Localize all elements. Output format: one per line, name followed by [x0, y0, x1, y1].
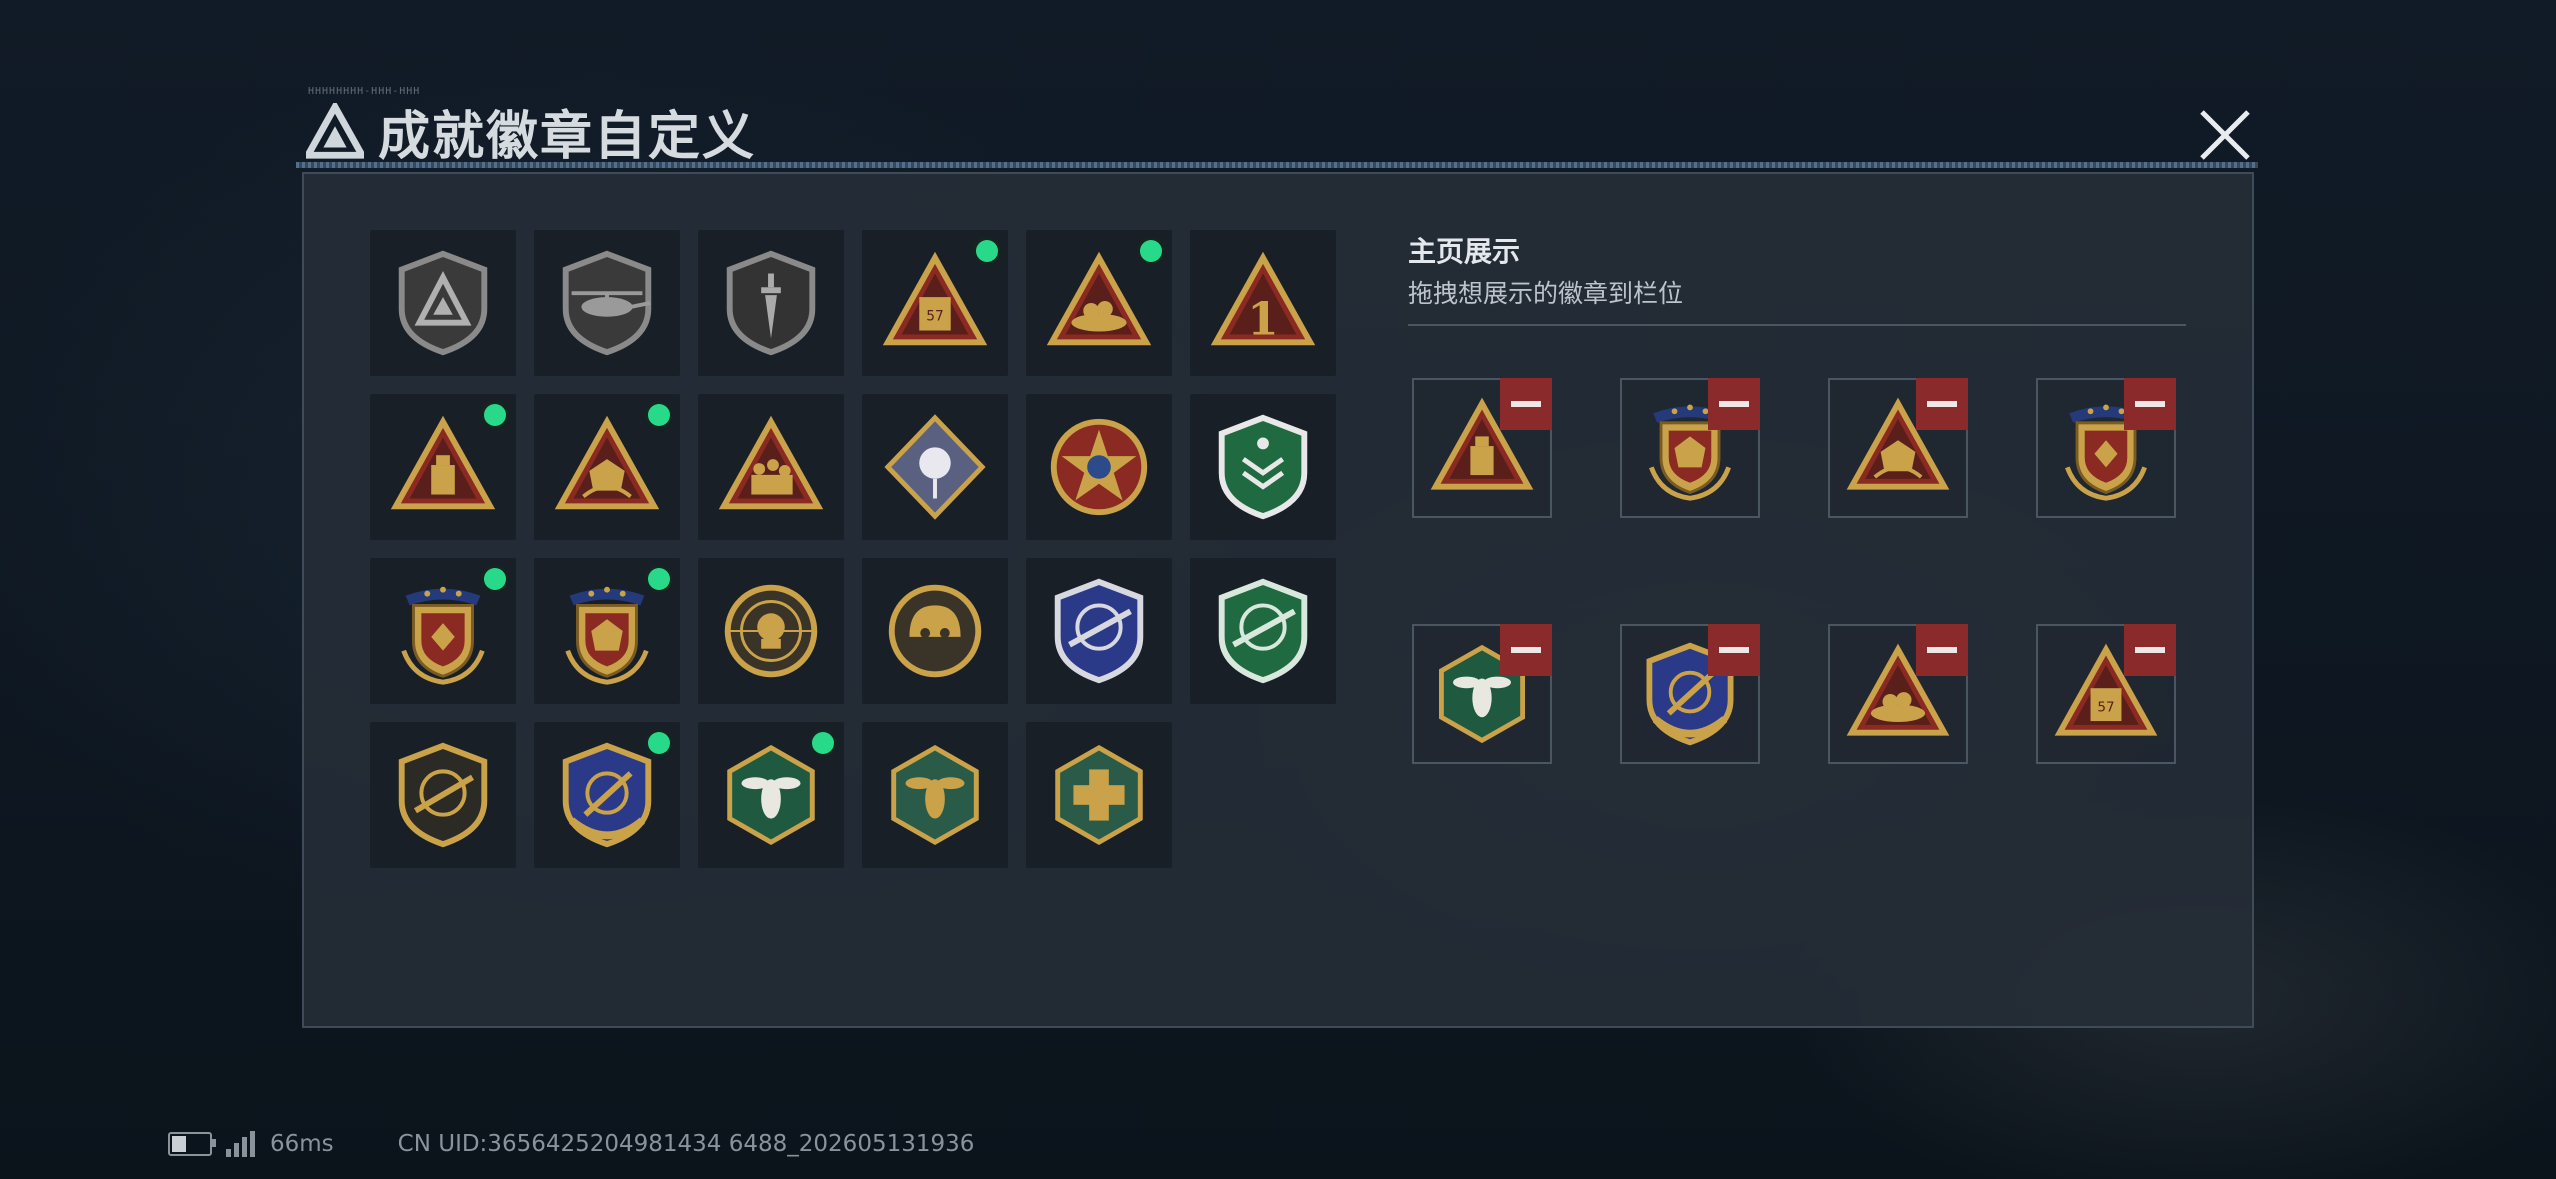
- new-indicator-dot: [648, 568, 670, 590]
- badge-cell[interactable]: [370, 558, 516, 704]
- showcase-slots: 57: [1412, 378, 2176, 764]
- battery-icon: [168, 1132, 216, 1156]
- new-indicator-dot: [484, 568, 506, 590]
- badge-cell[interactable]: [370, 722, 516, 868]
- badge-cell[interactable]: 57: [862, 230, 1008, 376]
- badge-cell[interactable]: [534, 722, 680, 868]
- badge-cell[interactable]: [862, 722, 1008, 868]
- rose-diamond-badge-icon: [884, 414, 986, 520]
- close-button[interactable]: [2190, 100, 2260, 170]
- remove-button[interactable]: [2124, 624, 2176, 676]
- badge-panel: 57 1 主页展示 拖拽想展示的徽章到栏位 57: [302, 172, 2254, 1028]
- header-divider: [296, 162, 2258, 168]
- badge-grid: 57 1: [370, 230, 1336, 868]
- minus-icon: [1511, 647, 1541, 653]
- badge-cell[interactable]: [698, 394, 844, 540]
- wasp-hexagon-badge-icon: [727, 744, 815, 846]
- medal-d20-badge-icon: [565, 586, 649, 685]
- page-title: 成就徽章自定义: [378, 107, 757, 167]
- ammo-box-triangle-badge-icon: 57: [882, 251, 988, 346]
- status-bar: 66ms CN UID:3656425204981434 6488_202605…: [168, 1126, 974, 1162]
- showcase-slot[interactable]: [1828, 624, 1968, 764]
- blue-rifle-crosshair-badge-icon: [1054, 578, 1144, 684]
- badge-cell[interactable]: [862, 558, 1008, 704]
- showcase-slot[interactable]: [1412, 624, 1552, 764]
- minus-icon: [1511, 401, 1541, 407]
- badge-cell[interactable]: [1026, 558, 1172, 704]
- remove-button[interactable]: [1708, 378, 1760, 430]
- gold-shield-crosshair-badge-icon: [562, 742, 652, 848]
- badge-cell[interactable]: [698, 558, 844, 704]
- minus-icon: [1927, 401, 1957, 407]
- number-one-triangle-badge-icon: 1: [1210, 251, 1316, 345]
- showcase-title: 主页展示: [1408, 235, 1521, 268]
- medic-hexagon-badge-icon: [1055, 744, 1143, 846]
- showcase-divider: [1408, 324, 2186, 326]
- medal-arrow-badge-icon: [401, 586, 485, 685]
- remove-button[interactable]: [1916, 378, 1968, 430]
- new-indicator-dot: [812, 732, 834, 754]
- badge-cell[interactable]: [698, 722, 844, 868]
- green-rank-shield-badge-icon: [1218, 414, 1308, 520]
- showcase-subtitle: 拖拽想展示的徽章到栏位: [1408, 279, 1684, 308]
- badge-cell[interactable]: [534, 230, 680, 376]
- usb-drive-triangle-badge-icon: [390, 415, 496, 510]
- green-rifle-crosshair-badge-icon: [1218, 578, 1308, 684]
- triangle-logo-icon: [306, 102, 364, 159]
- badge-cell[interactable]: [1026, 230, 1172, 376]
- badge-cell[interactable]: [1026, 722, 1172, 868]
- bird-nest-triangle-badge-icon: [1046, 251, 1152, 346]
- ping-text: 66ms: [270, 1131, 334, 1157]
- minus-icon: [1927, 647, 1957, 653]
- title-group: 成就徽章自定义: [306, 94, 756, 169]
- remove-button[interactable]: [1916, 624, 1968, 676]
- d20-dice-triangle-badge-icon: [554, 415, 660, 510]
- remove-button[interactable]: [1500, 624, 1552, 676]
- badge-cell[interactable]: 1: [1190, 230, 1336, 376]
- showcase-slot[interactable]: [1828, 378, 1968, 518]
- new-indicator-dot: [1140, 240, 1162, 262]
- minus-icon: [1719, 647, 1749, 653]
- remove-button[interactable]: [2124, 378, 2176, 430]
- helicopter-shield-badge-icon: [562, 250, 652, 356]
- rifle-shield-badge-icon: [398, 742, 488, 848]
- gray-triangle-logo-badge-icon: [398, 250, 488, 356]
- minus-icon: [2135, 401, 2165, 407]
- minus-icon: [1719, 401, 1749, 407]
- badge-cell[interactable]: [1190, 558, 1336, 704]
- badge-cell[interactable]: [370, 394, 516, 540]
- svg-text:57: 57: [2097, 699, 2114, 715]
- skull-crosshair-badge-icon: [724, 584, 818, 678]
- showcase-slot[interactable]: 57: [2036, 624, 2176, 764]
- badge-cell[interactable]: [1026, 394, 1172, 540]
- dagger-shield-badge-icon: [726, 250, 816, 356]
- soldiers-triangle-badge-icon: [718, 415, 824, 510]
- remove-button[interactable]: [1500, 378, 1552, 430]
- minus-icon: [2135, 647, 2165, 653]
- badge-cell[interactable]: [370, 230, 516, 376]
- svg-text:57: 57: [926, 309, 944, 325]
- dialog-header: HHHHHHHH-HHH-HHH 成就徽章自定义: [296, 86, 2258, 172]
- new-indicator-dot: [648, 404, 670, 426]
- badge-cell[interactable]: [534, 394, 680, 540]
- showcase-slot[interactable]: [2036, 378, 2176, 518]
- badge-cell[interactable]: [1190, 394, 1336, 540]
- badge-cell[interactable]: [698, 230, 844, 376]
- badge-cell[interactable]: [534, 558, 680, 704]
- new-indicator-dot: [484, 404, 506, 426]
- new-indicator-dot: [648, 732, 670, 754]
- helmet-round-badge-icon: [888, 584, 982, 678]
- svg-text:1: 1: [1247, 292, 1278, 345]
- uid-text: CN UID:3656425204981434 6488_20260513193…: [397, 1131, 975, 1157]
- star-round-badge-icon: [1050, 418, 1148, 516]
- wasp-hexagon-gold-badge-icon: [891, 744, 979, 846]
- remove-button[interactable]: [1708, 624, 1760, 676]
- signal-icon: [226, 1131, 258, 1157]
- new-indicator-dot: [976, 240, 998, 262]
- showcase-slot[interactable]: [1412, 378, 1552, 518]
- badge-cell[interactable]: [862, 394, 1008, 540]
- showcase-slot[interactable]: [1620, 624, 1760, 764]
- showcase-slot[interactable]: [1620, 378, 1760, 518]
